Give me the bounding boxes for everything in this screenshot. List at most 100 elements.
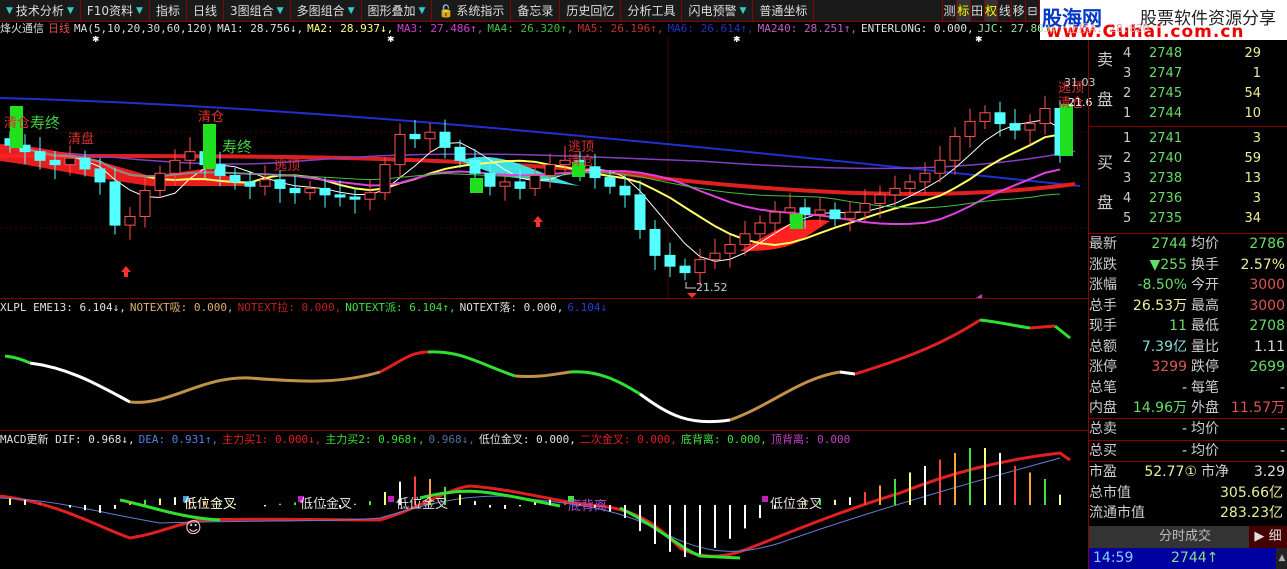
candle[interactable]	[379, 157, 391, 201]
toolbar-button-2[interactable]: 田	[971, 0, 985, 22]
candle[interactable]	[679, 258, 691, 281]
candle-body	[994, 112, 1006, 125]
quote-value: 26.53万	[1132, 297, 1187, 314]
candle[interactable]	[964, 108, 976, 148]
toolbar-item-1[interactable]: F10资料 ▼	[81, 0, 150, 22]
candle[interactable]	[634, 180, 646, 239]
macd-chart[interactable]	[0, 448, 1088, 569]
candle[interactable]	[124, 207, 136, 240]
volume: 3	[1252, 131, 1261, 146]
detail-label: 细	[1268, 529, 1282, 544]
toolbar-item-12[interactable]: 普通坐标	[753, 0, 815, 22]
market-cap-label: 总市值	[1089, 484, 1131, 501]
toolbar-item-10[interactable]: 分析工具	[621, 0, 683, 22]
candle[interactable]	[949, 127, 961, 175]
candle-body	[154, 172, 166, 192]
quote-value: 2708	[1249, 318, 1285, 334]
buy-row[interactable]: 2 2740 59	[1119, 149, 1261, 169]
toolbar-item-0[interactable]: ▼ 技术分析 ▼	[0, 0, 81, 22]
signal-bar	[203, 124, 216, 169]
candle[interactable]	[664, 242, 676, 278]
candle[interactable]	[259, 165, 271, 196]
candle[interactable]	[289, 175, 301, 204]
candle-body	[409, 133, 421, 140]
candle[interactable]	[184, 137, 196, 170]
tick-price: 2744↑	[1171, 550, 1219, 566]
sell-row[interactable]: 3 2747 1	[1119, 64, 1261, 84]
sell-row[interactable]: 1 2744 10	[1119, 104, 1261, 124]
quote-row: 涨停 3299 跌停 2699	[1089, 357, 1287, 378]
period-label: 日线	[48, 22, 70, 35]
candle[interactable]	[829, 202, 841, 227]
toolbar-item-3[interactable]: 日线	[187, 0, 224, 22]
toolbar-item-11[interactable]: 闪电预警 ▼	[682, 0, 754, 22]
candle-body	[244, 181, 256, 187]
candle[interactable]	[724, 235, 736, 268]
buy-row[interactable]: 5 2735 34	[1119, 209, 1261, 229]
quote-row: 现手 11 最低 2708	[1089, 316, 1287, 337]
toolbar-button-1[interactable]: 标	[956, 0, 971, 22]
candle[interactable]	[424, 122, 436, 154]
sell-row[interactable]: 2 2745 54	[1119, 84, 1261, 104]
toolbar-item-6[interactable]: 图形叠加 ▼	[362, 0, 433, 22]
quote-label: 总额	[1089, 338, 1117, 355]
candle-body	[439, 131, 451, 148]
candle[interactable]	[709, 238, 721, 269]
candle[interactable]	[544, 153, 556, 189]
candlestick-chart[interactable]: ✱ ✱ ✱ ✱	[0, 36, 1088, 298]
buy-row[interactable]: 4 2736 3	[1119, 189, 1261, 209]
candle[interactable]	[229, 167, 241, 190]
candle[interactable]	[1009, 109, 1021, 140]
candle[interactable]	[394, 123, 406, 178]
buy-row[interactable]: 1 2741 3	[1119, 129, 1261, 149]
toolbar-item-label: 闪电预警	[688, 4, 737, 18]
toolbar-item-label: 分析工具	[627, 4, 676, 18]
buy-row[interactable]: 3 2738 13	[1119, 169, 1261, 189]
price: 2747	[1149, 66, 1183, 81]
toolbar-item-5[interactable]: 多图组合 ▼	[291, 0, 362, 22]
candle[interactable]	[154, 165, 166, 199]
candle-body	[49, 159, 61, 166]
candle[interactable]	[304, 180, 316, 201]
xlpl-value-3: NOTEXT派: 6.104↑,	[345, 301, 456, 314]
toolbar-item-2[interactable]: 指标	[150, 0, 187, 22]
candle[interactable]	[439, 119, 451, 159]
toolbar-button-3[interactable]: 权	[984, 0, 999, 22]
xlpl-value-2: NOTEXT拉: 0.000,	[237, 301, 342, 314]
ma-value-1: MA2: 28.937↓,	[307, 22, 394, 35]
candle[interactable]	[1024, 114, 1036, 145]
lock-icon: 🔓	[438, 4, 454, 18]
toolbar-item-9[interactable]: 历史回忆	[560, 0, 622, 22]
volume: 1	[1252, 66, 1261, 81]
tick-trades-tab[interactable]: 分时成交 ▶ 细	[1089, 526, 1287, 548]
detail-button[interactable]: ▶ 细	[1249, 526, 1287, 548]
star-icon: ✱	[92, 36, 100, 45]
quote-value: -8.50%	[1137, 277, 1187, 293]
toolbar-item-4[interactable]: 3图组合 ▼	[224, 0, 291, 22]
quote-value: 7.39亿	[1141, 338, 1187, 355]
toolbar-button-0[interactable]: 测	[943, 0, 957, 22]
toolbar: ▼ 技术分析 ▼ F10资料 ▼ 指标 日线 3图组合 ▼ 多图组合 ▼ 图形叠加 ▼ 🔓 系统指示 备忘录历…	[0, 0, 1040, 22]
toolbar-button-5[interactable]: 移	[1012, 0, 1027, 22]
price: 2738	[1149, 171, 1183, 186]
toolbar-item-8[interactable]: 备忘录	[511, 0, 561, 22]
candle[interactable]	[349, 187, 361, 214]
candle-body	[829, 209, 841, 220]
scroll-up-icon[interactable]: ▲	[1276, 548, 1287, 569]
candle[interactable]	[844, 201, 856, 232]
toolbar-button-4[interactable]: 线	[998, 0, 1013, 22]
macd-value-5: 低位金叉: 0.000,	[478, 433, 576, 446]
xlpl-indicator-chart[interactable]	[0, 316, 1088, 430]
toolbar-item-7[interactable]: 🔓 系统指示	[432, 0, 512, 22]
sell-row[interactable]: 4 2748 29	[1119, 44, 1261, 64]
toolbar-button-6[interactable]: ⊟	[1026, 0, 1040, 22]
macd-value-1: DEA: 0.931↑,	[138, 433, 219, 446]
xlpl-line-green2	[427, 350, 516, 378]
candle[interactable]	[994, 101, 1006, 137]
candle[interactable]	[244, 170, 256, 199]
candle[interactable]	[979, 105, 991, 129]
candle[interactable]	[1039, 95, 1051, 135]
candle[interactable]	[409, 119, 421, 148]
quote-value: 3000	[1249, 277, 1285, 293]
toolbar-item-label: 图形叠加	[367, 4, 416, 18]
